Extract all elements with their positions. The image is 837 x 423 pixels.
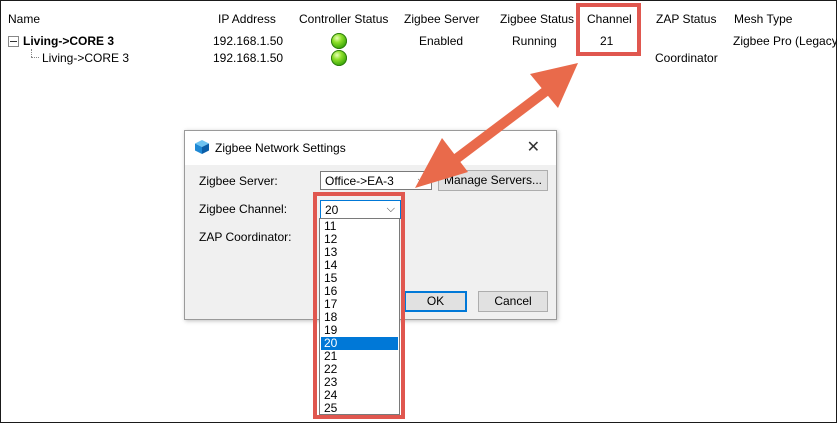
dialog-title: Zigbee Network Settings (215, 141, 346, 155)
app-cube-icon (195, 140, 209, 154)
status-green-icon (331, 50, 347, 66)
row-ip: 192.168.1.50 (213, 34, 284, 48)
zigbee-server-label: Zigbee Server: (199, 174, 278, 188)
col-header-ip[interactable]: IP Address (218, 12, 276, 26)
zap-coordinator-label: ZAP Coordinator: (199, 230, 292, 244)
col-header-zigbee-status[interactable]: Zigbee Status (500, 12, 574, 26)
status-green-icon (331, 33, 347, 49)
ok-button[interactable]: OK (404, 291, 467, 312)
row-zigbee-server: Enabled (419, 34, 464, 48)
col-header-mesh-type[interactable]: Mesh Type (734, 12, 792, 26)
col-header-name[interactable]: Name (8, 12, 40, 26)
row-zigbee-status: Running (512, 34, 557, 48)
chevron-down-icon: ⌵ (417, 174, 426, 186)
row-name: Living->CORE 3 (23, 34, 115, 48)
tree-line (31, 49, 32, 57)
tree-line (31, 57, 39, 58)
collapse-icon[interactable] (8, 36, 19, 47)
row-mesh-type: Zigbee Pro (Legacy) (733, 34, 837, 48)
zigbee-server-value: Office->EA-3 (325, 174, 394, 188)
close-icon[interactable]: ✕ (527, 137, 540, 157)
manage-servers-button[interactable]: Manage Servers... (438, 170, 548, 191)
row-ip: 192.168.1.50 (213, 51, 284, 65)
dialog-titlebar[interactable]: Zigbee Network Settings ✕ (185, 131, 556, 165)
zigbee-server-select[interactable]: Office->EA-3 ⌵ (320, 171, 432, 190)
channel-highlight-box (576, 3, 641, 56)
row-zap-status: Coordinator (655, 51, 718, 65)
col-header-zigbee-server[interactable]: Zigbee Server (404, 12, 479, 26)
col-header-controller-status[interactable]: Controller Status (299, 12, 388, 26)
zigbee-channel-label: Zigbee Channel: (199, 202, 288, 216)
col-header-zap-status[interactable]: ZAP Status (656, 12, 716, 26)
channel-dropdown-highlight-box (313, 192, 405, 419)
cancel-button[interactable]: Cancel (478, 291, 548, 312)
row-name: Living->CORE 3 (42, 51, 130, 65)
